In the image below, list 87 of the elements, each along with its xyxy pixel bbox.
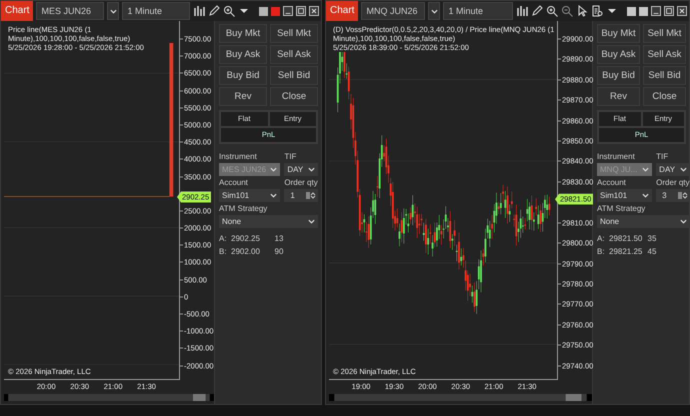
tif-select[interactable]: DAY xyxy=(284,163,318,176)
link-swatch[interactable] xyxy=(639,6,648,16)
order-button[interactable]: Buy Bid xyxy=(597,66,640,85)
order-button[interactable]: Sell Ask xyxy=(643,45,686,64)
scrollbar[interactable] xyxy=(4,394,214,401)
quote-size: 13 xyxy=(274,234,284,243)
order-button[interactable]: Buy Bid xyxy=(219,66,267,85)
caret-icon xyxy=(270,167,278,172)
bar-chart-icon[interactable] xyxy=(516,5,528,17)
order-button[interactable]: Sell Bid xyxy=(643,66,686,85)
atm-strategy-select[interactable]: None xyxy=(219,215,318,228)
zoom-in-icon[interactable] xyxy=(546,5,558,17)
field-label: ATM Strategy xyxy=(597,204,646,213)
quote-price: 29821.50 xyxy=(609,234,644,243)
quote-side: A: xyxy=(219,234,228,243)
properties-icon[interactable] xyxy=(591,5,604,17)
quote-price: 29821.25 xyxy=(609,247,644,256)
field-label: Account xyxy=(597,178,627,187)
quote-side: B: xyxy=(597,247,606,256)
close-icon[interactable] xyxy=(677,6,687,16)
caret-icon xyxy=(430,8,438,14)
link-swatch[interactable] xyxy=(271,6,280,16)
bar-chart-icon[interactable] xyxy=(193,5,206,17)
pencil-icon[interactable] xyxy=(531,5,544,17)
field-label: Order qty xyxy=(284,178,318,187)
tif-select[interactable]: DAY xyxy=(656,163,690,176)
account-select[interactable]: Sim101 xyxy=(219,189,280,202)
spinner-icon xyxy=(678,191,688,200)
maximize-icon[interactable] xyxy=(664,6,674,16)
field-label: TIF xyxy=(656,152,670,161)
caret-icon xyxy=(642,193,650,198)
order-button[interactable]: Buy Ask xyxy=(219,45,267,64)
zoom-out-icon[interactable] xyxy=(561,5,574,17)
order-button[interactable]: Sell Mkt xyxy=(270,24,318,43)
order-button[interactable]: Rev xyxy=(219,87,267,106)
interval-dropdown[interactable]: 1 Minute xyxy=(122,2,190,20)
field-label: Instrument xyxy=(219,152,258,161)
caret-icon xyxy=(308,219,315,224)
instrument-dropdown[interactable]: MES JUN26 xyxy=(36,2,104,20)
atm-strategy-select[interactable]: None xyxy=(597,215,690,228)
order-button[interactable]: Buy Mkt xyxy=(597,24,640,43)
field-label: ATM Strategy xyxy=(219,204,268,213)
field-label: Account xyxy=(219,178,249,187)
spinner-icon xyxy=(306,191,316,200)
order-button[interactable]: Sell Ask xyxy=(270,45,318,64)
quote-price: 2902.00 xyxy=(231,247,261,256)
quote-side: B: xyxy=(219,247,228,256)
quantity-field[interactable]: 3 xyxy=(656,189,690,202)
pencil-icon[interactable] xyxy=(208,5,220,17)
maximize-icon[interactable] xyxy=(296,6,306,16)
quote-size: 45 xyxy=(648,247,658,256)
order-button[interactable]: Rev xyxy=(597,87,640,106)
quote-size: 35 xyxy=(648,234,658,243)
caret-icon xyxy=(110,8,117,14)
caret-icon xyxy=(308,167,315,172)
order-button[interactable]: Sell Bid xyxy=(270,66,318,85)
link-swatch[interactable] xyxy=(627,6,636,16)
interval-dropdown[interactable]: 1 Minute xyxy=(443,2,514,20)
scrollbar[interactable] xyxy=(329,394,592,401)
quote-side: A: xyxy=(597,234,606,243)
zoom-in-icon[interactable] xyxy=(223,5,236,17)
order-button[interactable]: Buy Mkt xyxy=(219,24,267,43)
chart-tab[interactable]: Chart xyxy=(326,1,358,21)
close-icon[interactable] xyxy=(309,6,319,16)
quote-price: 2902.25 xyxy=(231,234,261,243)
order-button[interactable]: Close xyxy=(643,87,686,106)
pointer-icon[interactable] xyxy=(576,5,588,17)
instrument-dropdown-button[interactable] xyxy=(107,2,120,20)
caret-icon xyxy=(680,167,687,172)
order-button[interactable]: Close xyxy=(270,87,318,106)
field-label: TIF xyxy=(284,152,298,161)
link-swatch[interactable] xyxy=(259,6,268,16)
caret-icon xyxy=(680,219,687,224)
account-select[interactable]: Sim101 xyxy=(597,189,652,202)
field-label: Order qty xyxy=(656,178,690,187)
chart-tab[interactable]: Chart xyxy=(1,1,34,21)
minimize-icon[interactable] xyxy=(283,6,293,16)
minimize-icon[interactable] xyxy=(651,6,661,16)
quote-size: 90 xyxy=(274,247,284,256)
field-label: Instrument xyxy=(597,152,636,161)
instrument-dropdown[interactable]: MNQ JUN26 xyxy=(361,2,426,20)
caret-icon xyxy=(642,167,650,172)
instrument-dropdown-button[interactable] xyxy=(428,2,440,20)
order-button[interactable]: Buy Ask xyxy=(597,45,640,64)
caret-icon xyxy=(270,193,278,198)
order-button[interactable]: Sell Mkt xyxy=(643,24,686,43)
quantity-field[interactable]: 1 xyxy=(284,189,318,202)
